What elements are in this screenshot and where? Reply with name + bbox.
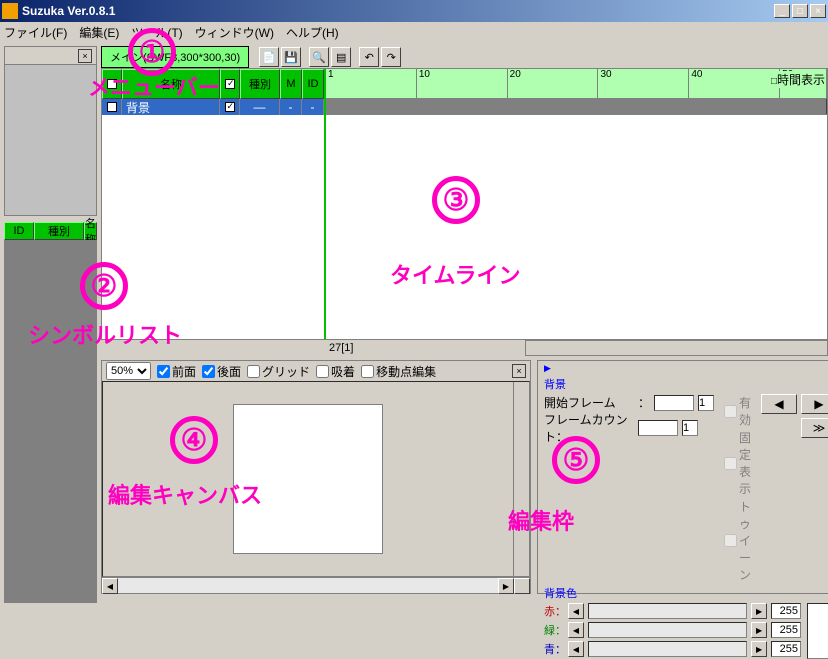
- input-frame-count[interactable]: [638, 420, 678, 436]
- menu-window[interactable]: ウィンドウ(W): [195, 24, 274, 41]
- zoom-select[interactable]: 50%: [106, 362, 151, 380]
- search-button[interactable]: 🔍: [309, 47, 329, 67]
- blue-slider-right[interactable]: ▶: [751, 641, 767, 657]
- blue-slider[interactable]: [588, 641, 747, 657]
- label-red: 赤：: [544, 603, 564, 619]
- red-slider-left[interactable]: ◀: [568, 603, 584, 619]
- titlebar: Suzuka Ver.0.8.1 _ □ ×: [0, 0, 828, 22]
- expand-icon[interactable]: ▶: [544, 363, 551, 374]
- timeline-track-bg[interactable]: [326, 99, 827, 115]
- ruler-tick: 30: [598, 69, 689, 98]
- label-green: 緑：: [544, 622, 564, 638]
- symlist-col-type[interactable]: 種別: [34, 222, 84, 240]
- canvas-corner: [514, 578, 530, 594]
- new-button[interactable]: 📄: [259, 47, 279, 67]
- edit-frame-panel: ▶ 背景 開始フレーム ： フレームカウント：: [537, 360, 828, 594]
- layer-row-checkbox[interactable]: [107, 102, 117, 112]
- ruler-tick: 1: [326, 69, 417, 98]
- blue-slider-left[interactable]: ◀: [568, 641, 584, 657]
- nav-prev-button[interactable]: ◀: [761, 394, 797, 414]
- canvas-close-button[interactable]: ×: [512, 364, 526, 378]
- frame-counter: 27[1]: [325, 340, 525, 356]
- green-value[interactable]: 255: [771, 622, 801, 638]
- input-start-frame-2[interactable]: [698, 395, 714, 411]
- canvas-vscroll[interactable]: [513, 382, 529, 576]
- nav-fastnext-button[interactable]: ≫: [801, 418, 828, 438]
- group-background: 背景: [544, 376, 828, 392]
- symbol-list-panel: ID 種別 名称: [4, 222, 97, 603]
- symlist-col-name[interactable]: 名称: [84, 222, 97, 240]
- opt-grid[interactable]: グリッド: [247, 363, 310, 380]
- menu-edit[interactable]: 編集(E): [79, 24, 119, 41]
- label-start-frame: 開始フレーム: [544, 394, 634, 411]
- timeline-hscroll[interactable]: [525, 340, 828, 356]
- preview-panel: ×: [4, 46, 97, 216]
- canvas-panel: 50% 前面 後面 グリッド 吸着 移動点編集 × ◀: [101, 360, 531, 594]
- minimize-button[interactable]: _: [774, 4, 790, 18]
- opt-movept[interactable]: 移動点編集: [361, 363, 436, 380]
- input-start-frame[interactable]: [654, 395, 694, 411]
- tl-col-name[interactable]: 名称: [122, 69, 220, 99]
- edit-canvas[interactable]: [103, 382, 513, 576]
- canvas-scroll-left[interactable]: ◀: [102, 578, 118, 594]
- app-icon: [2, 3, 18, 19]
- menu-help[interactable]: ヘルプ(H): [286, 24, 339, 41]
- close-button[interactable]: ×: [810, 4, 826, 18]
- menu-file[interactable]: ファイル(F): [4, 24, 67, 41]
- layer-row-type: ―: [240, 99, 280, 115]
- group-bgcolor: 背景色: [544, 585, 828, 601]
- timeline-toolbar: メイン(SWF8,300*300,30) 📄 💾 🔍 ▤ ↶ ↷: [101, 46, 828, 68]
- layer-row-name: 背景: [122, 99, 220, 115]
- red-value[interactable]: 255: [771, 603, 801, 619]
- canvas-scroll-right[interactable]: ▶: [498, 578, 514, 594]
- timeline-tab-main[interactable]: メイン(SWF8,300*300,30): [101, 46, 249, 68]
- green-slider-left[interactable]: ◀: [568, 622, 584, 638]
- red-slider[interactable]: [588, 603, 747, 619]
- label-frame-count: フレームカウント：: [544, 411, 634, 445]
- time-display-toggle[interactable]: □時間表示: [771, 71, 825, 88]
- layer-row-id: -: [302, 99, 324, 115]
- tl-col-type[interactable]: 種別: [240, 69, 280, 99]
- opt-front[interactable]: 前面: [157, 363, 196, 380]
- chk-tween: トゥイーン: [724, 498, 751, 583]
- chk-fixed: 固定表示: [724, 429, 751, 497]
- panel-close-button[interactable]: ×: [78, 49, 92, 63]
- undo-button[interactable]: ↶: [359, 47, 379, 67]
- color-swatch[interactable]: [807, 603, 828, 659]
- layer-row-m: -: [280, 99, 302, 115]
- tl-col-id[interactable]: ID: [302, 69, 324, 99]
- redo-button[interactable]: ↷: [381, 47, 401, 67]
- green-slider[interactable]: [588, 622, 747, 638]
- layer-vis-checkbox[interactable]: ✓: [225, 79, 235, 89]
- opt-back[interactable]: 後面: [202, 363, 241, 380]
- window-title: Suzuka Ver.0.8.1: [22, 4, 774, 18]
- layer-row-vis[interactable]: ✓: [225, 102, 235, 112]
- save-button[interactable]: 💾: [281, 47, 301, 67]
- timeline-ruler[interactable]: 1 10 20 30 40 50 □時間表示: [326, 69, 827, 99]
- chk-valid: 有効: [724, 394, 751, 428]
- input-frame-count-2[interactable]: [682, 420, 698, 436]
- layer-row-bg[interactable]: 背景 ✓ ― - -: [102, 99, 324, 115]
- opt-snap[interactable]: 吸着: [316, 363, 355, 380]
- ruler-tick: 40: [689, 69, 780, 98]
- maximize-button[interactable]: □: [792, 4, 808, 18]
- menu-tool[interactable]: ツール(T): [131, 24, 182, 41]
- blue-value[interactable]: 255: [771, 641, 801, 657]
- green-slider-right[interactable]: ▶: [751, 622, 767, 638]
- ruler-tick: 20: [508, 69, 599, 98]
- label-blue: 青：: [544, 641, 564, 657]
- list-button[interactable]: ▤: [331, 47, 351, 67]
- menubar: ファイル(F) 編集(E) ツール(T) ウィンドウ(W) ヘルプ(H): [0, 22, 828, 42]
- nav-next-button[interactable]: ▶: [801, 394, 828, 414]
- red-slider-right[interactable]: ▶: [751, 603, 767, 619]
- canvas-hscroll[interactable]: [118, 578, 498, 593]
- layer-header-checkbox[interactable]: [107, 79, 117, 89]
- symbol-list-body[interactable]: [4, 240, 97, 603]
- tl-col-m[interactable]: M: [280, 69, 302, 99]
- symlist-col-id[interactable]: ID: [4, 222, 34, 240]
- ruler-tick: 10: [417, 69, 508, 98]
